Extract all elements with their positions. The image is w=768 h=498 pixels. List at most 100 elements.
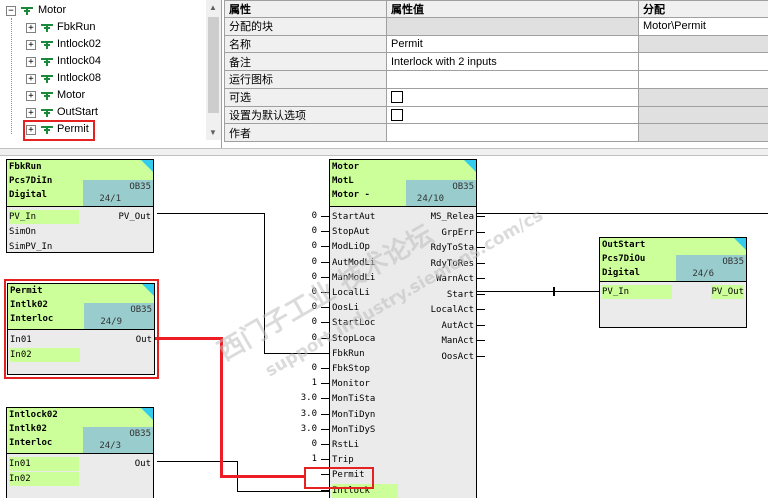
wire [157, 213, 264, 214]
expand-icon[interactable]: + [26, 57, 36, 67]
expand-icon[interactable]: + [26, 40, 36, 50]
input-pin[interactable]: FbkRun [332, 347, 398, 361]
prop-assign [638, 105, 768, 125]
input-pin[interactable]: In02 [9, 472, 79, 487]
input-value[interactable]: 0 [297, 255, 317, 269]
pin-stub [321, 216, 329, 217]
table-row: 作者 [224, 123, 768, 142]
pin-stub [321, 368, 329, 369]
input-pin[interactable]: MonTiDyn [332, 408, 398, 422]
prop-key: 运行图标 [224, 70, 387, 89]
scroll-up-icon[interactable]: ▲ [209, 3, 217, 12]
block-fbkrun[interactable]: FbkRun Pcs7DiIn Digital OB35 24/1 PV_In SimOn S… [6, 159, 154, 253]
pin-stub [477, 293, 485, 295]
input-pin[interactable]: MonTiDyS [332, 423, 398, 437]
input-value[interactable]: 0 [297, 239, 317, 253]
output-pin[interactable]: ManAct [441, 334, 474, 348]
tree-label: Intlock08 [57, 72, 102, 84]
input-value[interactable]: 3.0 [297, 422, 317, 436]
pin-stub [321, 398, 329, 400]
tree-label: Intlock04 [57, 55, 102, 67]
output-pin[interactable]: MS_Relea [431, 210, 474, 224]
table-row: 运行图标 [224, 70, 768, 89]
input-pin[interactable]: In01 [9, 457, 79, 471]
optional-checkbox[interactable] [391, 91, 403, 104]
run-sequence: 24/3 [99, 441, 121, 451]
input-value[interactable]: 1 [297, 376, 317, 390]
wire-break-marker [553, 287, 555, 296]
input-pin[interactable]: PV_In [9, 210, 79, 224]
input-pin[interactable]: RstLi [332, 438, 398, 452]
collapse-icon[interactable]: − [6, 6, 16, 16]
wire [157, 461, 237, 462]
output-pin[interactable]: OosAct [441, 350, 474, 364]
tree-scrollbar[interactable]: ▲ ▼ [206, 0, 221, 140]
prop-key: 分配的块 [224, 17, 387, 36]
prop-value[interactable] [386, 123, 639, 142]
tree-label: OutStart [57, 106, 98, 118]
output-pin[interactable]: Start [447, 288, 474, 302]
prop-assign [638, 123, 768, 142]
prop-value-cell [386, 87, 639, 107]
input-pin[interactable]: Trip [332, 453, 398, 467]
output-pin[interactable]: Out [135, 457, 151, 471]
block-tree: − Motor + FbkRun + Intlock02 + Intlock04 + Intl… [0, 0, 222, 148]
block-header-line: FbkRun [9, 162, 42, 172]
input-value[interactable]: 3.0 [297, 391, 317, 405]
prop-value[interactable] [386, 70, 639, 89]
block-header-line: Intlock02 [9, 410, 58, 420]
input-value[interactable]: 1 [297, 452, 317, 466]
input-value[interactable]: 0 [297, 437, 317, 451]
table-row: 分配的块 Motor\Permit [224, 17, 768, 36]
input-pin[interactable]: SimPV_In [9, 240, 79, 254]
ob-label: OB35 [452, 182, 474, 192]
expand-icon[interactable]: + [26, 74, 36, 84]
input-pin[interactable]: MonTiSta [332, 392, 398, 406]
output-pin[interactable]: PV_Out [118, 210, 151, 224]
input-pin[interactable]: FbkStop [332, 362, 398, 376]
pin-stub [477, 278, 485, 279]
block-outstart[interactable]: OutStart Pcs7DiOu Digital OB35 24/6 PV_In PV_O… [599, 237, 747, 328]
tree-label: Motor [38, 4, 67, 16]
prop-key: 名称 [224, 34, 387, 54]
cfc-chart: FbkRun Pcs7DiIn Digital OB35 24/1 PV_In SimOn S… [0, 156, 768, 498]
block-type-icon [41, 41, 53, 49]
scroll-thumb[interactable] [208, 17, 219, 113]
output-pin[interactable]: GrpErr [441, 226, 474, 240]
prop-assign [638, 34, 768, 54]
pin-stub [477, 216, 485, 217]
output-pin[interactable]: AutAct [441, 319, 474, 333]
input-pin[interactable]: PV_In [602, 285, 672, 299]
pin-stub [321, 444, 329, 445]
expand-icon[interactable]: + [26, 108, 36, 118]
pin-stub [321, 459, 329, 461]
highlight-box-permit-pin [304, 467, 374, 489]
prop-assign[interactable] [638, 52, 768, 72]
wire [477, 291, 599, 292]
input-pin[interactable]: SimOn [9, 225, 79, 239]
input-pin[interactable]: Monitor [332, 377, 398, 391]
prop-value [386, 17, 639, 36]
prop-value[interactable]: Interlock with 2 inputs [386, 52, 639, 72]
prop-assign[interactable]: Motor\Permit [638, 17, 768, 36]
output-pin[interactable]: LocalAct [431, 303, 474, 317]
block-intlock02[interactable]: Intlock02 Intlk02 Interloc OB35 24/3 In01 In02… [6, 407, 154, 498]
expand-icon[interactable]: + [26, 23, 36, 33]
scroll-down-icon[interactable]: ▼ [209, 128, 217, 137]
input-value[interactable]: 0 [297, 209, 317, 223]
block-type-icon [41, 109, 53, 117]
table-row: 备注 Interlock with 2 inputs [224, 52, 768, 72]
pin-stub [477, 340, 485, 341]
prop-value[interactable]: Permit [386, 34, 639, 54]
output-pin[interactable]: PV_Out [711, 285, 744, 299]
pane-splitter[interactable] [0, 148, 768, 156]
input-value[interactable]: 3.0 [297, 407, 317, 421]
block-type-icon [41, 58, 53, 66]
expand-icon[interactable]: + [26, 91, 36, 101]
ob-label: OB35 [129, 429, 151, 439]
input-value[interactable]: 0 [297, 224, 317, 238]
prop-assign[interactable] [638, 70, 768, 89]
input-pin[interactable]: StartAut [332, 210, 398, 224]
pin-stub [321, 322, 329, 324]
default-option-checkbox[interactable] [391, 108, 403, 121]
